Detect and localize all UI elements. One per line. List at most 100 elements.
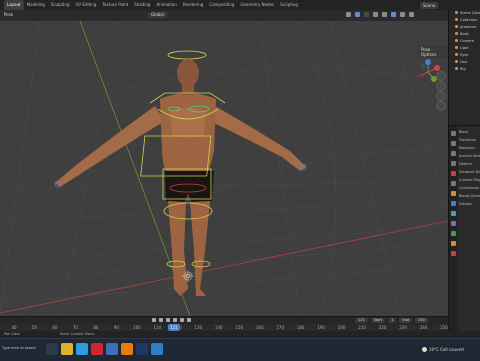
frame-tick: 110 [153, 325, 162, 330]
properties-section[interactable]: Viewport Display [459, 168, 480, 176]
jump-end-icon[interactable] [187, 318, 191, 322]
constraint-tab-icon[interactable] [451, 221, 456, 226]
properties-section[interactable]: Display [459, 200, 480, 208]
outliner-item[interactable]: Collection [449, 17, 480, 24]
properties-section[interactable]: Inverse Kinematics [459, 152, 480, 160]
object-type-icon [455, 25, 458, 28]
rendered-shading-icon[interactable] [409, 12, 414, 17]
workspace-tab-texture-paint[interactable]: Texture Paint [99, 0, 131, 10]
workspace-tab-sculpting[interactable]: Sculpting [48, 0, 73, 10]
outliner-item-label: Collection [460, 18, 478, 22]
xray-icon[interactable] [373, 12, 378, 17]
workspace-tab-geometry-nodes[interactable]: Geometry Nodes [237, 0, 277, 10]
physics-tab-icon[interactable] [451, 211, 456, 216]
workspace-tab-shading[interactable]: Shading [131, 0, 153, 10]
edge-icon[interactable] [76, 343, 88, 355]
overlay-icon[interactable] [364, 12, 369, 17]
material-shading-icon[interactable] [400, 12, 405, 17]
properties-section[interactable]: Deform [459, 160, 480, 168]
status-bar: Pan View Bone Context Menu [0, 331, 480, 338]
step-back-icon[interactable] [159, 318, 163, 322]
properties-section[interactable]: Constraints [459, 184, 480, 192]
transform-orientation-dropdown[interactable]: Global [148, 12, 167, 18]
outliner-item[interactable]: Camera [449, 38, 480, 45]
tool-tab-icon[interactable] [451, 131, 456, 136]
file-explorer-icon[interactable] [61, 343, 73, 355]
3d-viewport[interactable]: Pose Options [0, 21, 448, 316]
frame-tick: 50 [31, 325, 38, 330]
workspace-tab-compositing[interactable]: Compositing [206, 0, 237, 10]
top-bar: Layout Modeling Sculpting UV Editing Texture… [0, 0, 480, 10]
playback-controls: 121 Start 1 End 250 [0, 317, 448, 324]
modifier-tab-icon[interactable] [451, 201, 456, 206]
outliner-item[interactable]: Scene Collection [449, 10, 480, 17]
workspace-tab-uv-editing[interactable]: UV Editing [73, 0, 100, 10]
jump-start-icon[interactable] [152, 318, 156, 322]
scene-tab-icon[interactable] [451, 171, 456, 176]
workspace-tab-scripting[interactable]: Scripting [277, 0, 301, 10]
outliner-item[interactable]: Eyes [449, 52, 480, 59]
playhead[interactable]: 121 [168, 324, 180, 331]
pose-options-dropdown[interactable]: Pose Options [418, 46, 448, 58]
bone-tab-icon[interactable] [451, 241, 456, 246]
end-frame-field[interactable]: 250 [415, 318, 428, 323]
step-forward-icon[interactable] [180, 318, 184, 322]
zoom-icon[interactable] [436, 71, 446, 81]
taskbar-search[interactable]: Type here to search [2, 346, 36, 350]
weather-widget[interactable]: 19°C Cell couvert [422, 347, 464, 352]
outliner-item[interactable]: Rig [449, 66, 480, 73]
frame-tick: 190 [317, 325, 325, 330]
photoshop-icon[interactable] [136, 343, 148, 355]
scene-selector[interactable]: Scene [420, 0, 439, 10]
interaction-mode-dropdown[interactable]: Pose [4, 12, 13, 17]
workspace-tab-animation[interactable]: Animation [153, 0, 179, 10]
timeline[interactable]: 121 Start 1 End 250 40506070809010011012… [0, 316, 448, 332]
outliner-item[interactable]: Armature [449, 24, 480, 31]
character-figure[interactable] [55, 59, 306, 296]
outliner-item[interactable]: Hair [449, 59, 480, 66]
scene-field[interactable]: Scene [420, 1, 439, 9]
workspace-tab-rendering[interactable]: Rendering [180, 0, 206, 10]
blender-icon[interactable] [121, 343, 133, 355]
properties-section[interactable]: Bendy Bones [459, 192, 480, 200]
outliner-item[interactable]: Body [449, 31, 480, 38]
solid-shading-icon[interactable] [391, 12, 396, 17]
frame-tick: 90 [113, 325, 119, 330]
bone-constraint-tab-icon[interactable] [451, 251, 456, 256]
properties-section[interactable]: Bone [459, 128, 480, 136]
start-frame-field[interactable]: 1 [388, 318, 397, 323]
photos-icon[interactable] [151, 343, 163, 355]
frame-tick: 220 [378, 325, 387, 330]
play-icon[interactable] [173, 318, 177, 322]
play-reverse-icon[interactable] [166, 318, 170, 322]
camera-view-icon[interactable] [436, 91, 446, 101]
frame-tick: 240 [419, 325, 428, 330]
current-frame-field[interactable]: 121 [355, 318, 368, 323]
view-layer-tab-icon[interactable] [451, 161, 456, 166]
perspective-toggle-icon[interactable] [436, 101, 446, 111]
data-tab-icon[interactable] [451, 231, 456, 236]
task-view-icon[interactable] [46, 343, 58, 355]
viewport-scene [0, 21, 448, 316]
visibility-icon[interactable] [346, 12, 351, 17]
properties-section[interactable]: Transform [459, 136, 480, 144]
store-icon[interactable] [106, 343, 118, 355]
world-tab-icon[interactable] [451, 181, 456, 186]
wireframe-shading-icon[interactable] [382, 12, 387, 17]
outliner-item-label: Hair [460, 60, 468, 64]
pan-hand-icon[interactable] [436, 81, 446, 91]
properties-section[interactable]: Custom Props [459, 176, 480, 184]
object-type-icon [455, 32, 458, 35]
gizmo-toggle-icon[interactable] [355, 12, 360, 17]
outliner-item[interactable]: Light [449, 45, 480, 52]
render-tab-icon[interactable] [451, 141, 456, 146]
outliner-panel: Scene Collection Collection Armature Body Ca… [448, 10, 480, 125]
object-type-icon [455, 18, 458, 21]
head-control-circle[interactable] [167, 50, 207, 60]
workspace-tab-layout[interactable]: Layout [4, 0, 24, 10]
output-tab-icon[interactable] [451, 151, 456, 156]
object-tab-icon[interactable] [451, 191, 456, 196]
workspace-tab-modeling[interactable]: Modeling [24, 0, 48, 10]
properties-section[interactable]: Relations [459, 144, 480, 152]
opera-icon[interactable] [91, 343, 103, 355]
